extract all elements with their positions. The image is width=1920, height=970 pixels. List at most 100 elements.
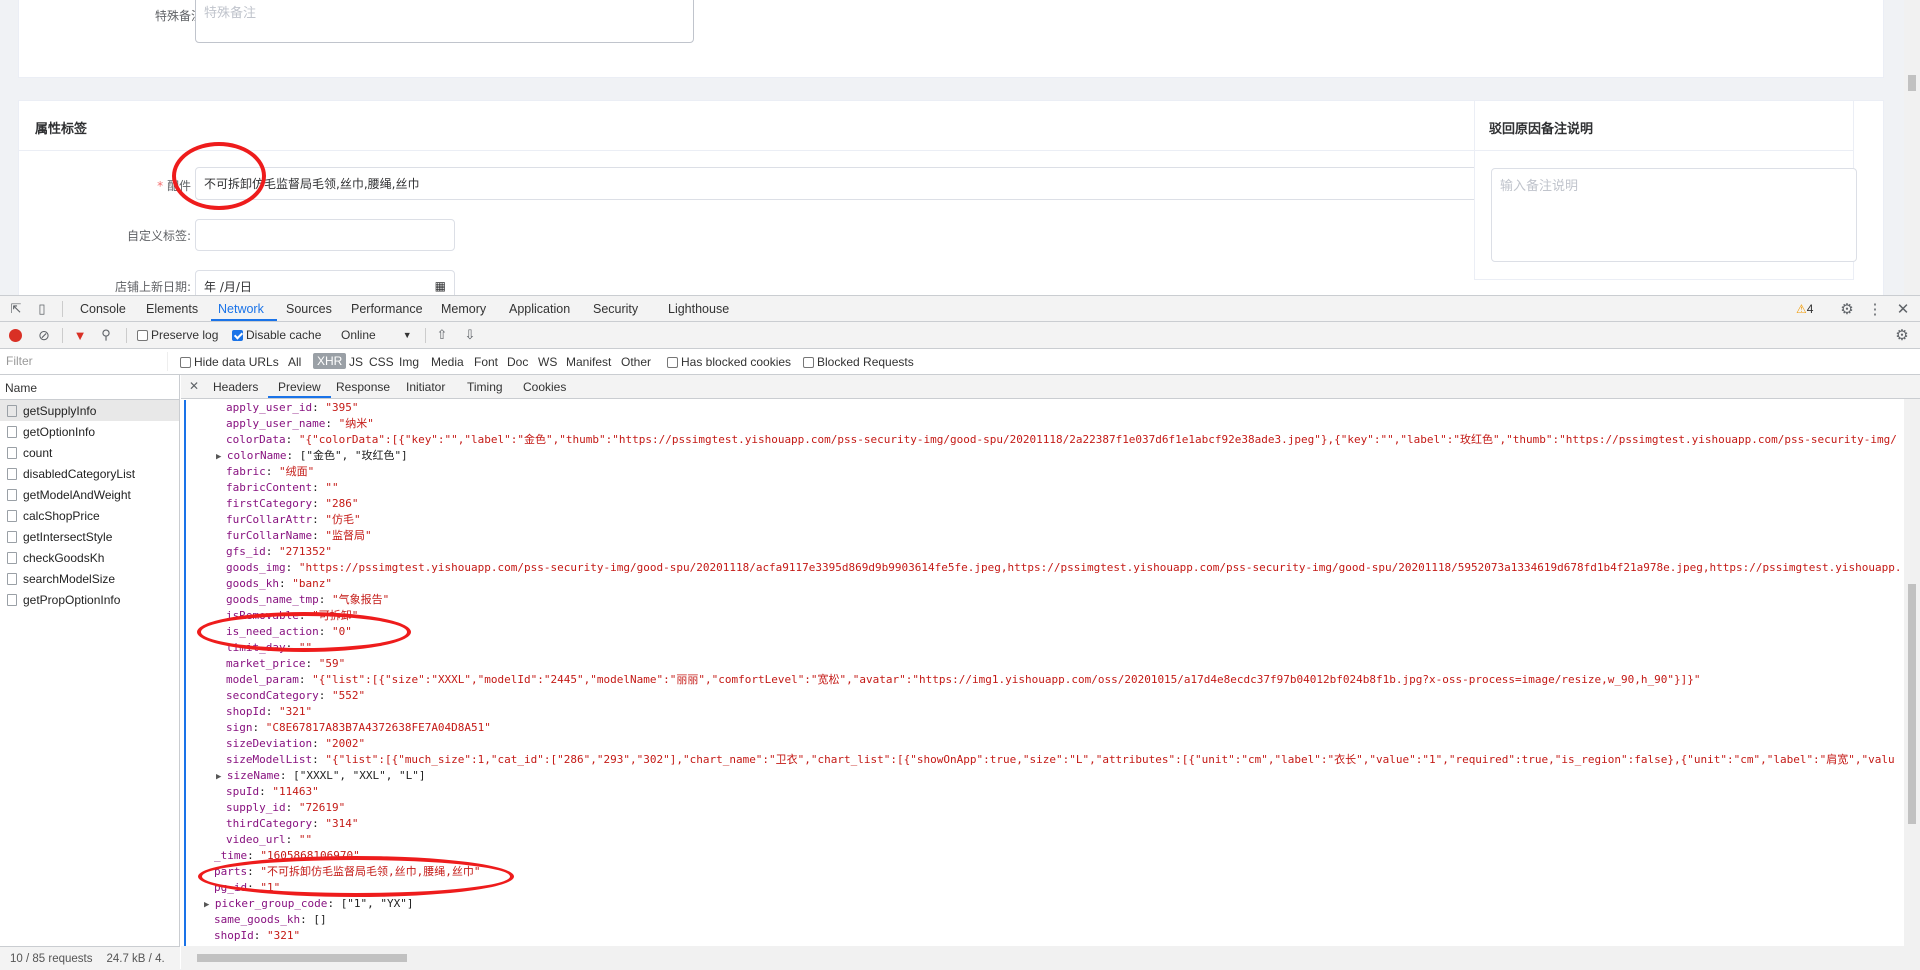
json-line[interactable]: goods_kh: "banz"	[186, 576, 1901, 592]
tab-performance[interactable]: Performance	[351, 302, 423, 316]
tab-security[interactable]: Security	[593, 302, 638, 316]
warnings-counter[interactable]: ⚠ 4	[1796, 301, 1813, 317]
shop-date-input[interactable]: 年 /月/日 ▦	[195, 270, 455, 295]
request-row[interactable]: getOptionInfo	[0, 421, 179, 442]
json-line[interactable]: colorData: "{"colorData":[{"key":"","lab…	[186, 432, 1901, 448]
tab-sources[interactable]: Sources	[286, 302, 332, 316]
settings-gear-icon[interactable]: ⚙	[1838, 301, 1856, 318]
tab-elements[interactable]: Elements	[146, 302, 198, 316]
has-blocked-cookies-checkbox[interactable]: Has blocked cookies	[667, 355, 791, 369]
type-filter-xhr[interactable]: XHR	[313, 353, 347, 369]
json-line[interactable]: thirdCategory: "314"	[186, 816, 1901, 832]
request-row[interactable]: getIntersectStyle	[0, 526, 179, 547]
tab-memory[interactable]: Memory	[441, 302, 486, 316]
type-filter-img[interactable]: Img	[399, 355, 419, 369]
calendar-icon[interactable]: ▦	[435, 279, 446, 293]
json-line[interactable]: shopId: "321"	[186, 704, 1901, 720]
type-filter-media[interactable]: Media	[431, 355, 464, 369]
type-filter-all[interactable]: All	[288, 355, 301, 369]
preview-hscroll-thumb[interactable]	[197, 954, 407, 962]
preview-vertical-scrollbar[interactable]	[1904, 399, 1920, 946]
preview-vscroll-thumb[interactable]	[1908, 584, 1916, 824]
json-line[interactable]: isRemovable: "可拆卸"	[186, 608, 1901, 624]
json-line[interactable]: fabricContent: ""	[186, 480, 1901, 496]
detail-tab-preview[interactable]: Preview	[278, 380, 321, 394]
request-row[interactable]: disabledCategoryList	[0, 463, 179, 484]
json-line[interactable]: spuId: "11463"	[186, 784, 1901, 800]
json-line[interactable]: is_need_action: "0"	[186, 624, 1901, 640]
detail-tab-headers[interactable]: Headers	[213, 380, 258, 394]
remark-textarea[interactable]: 特殊备注	[195, 0, 694, 43]
export-har-icon[interactable]: ⇩	[462, 327, 478, 343]
request-row[interactable]: getModelAndWeight	[0, 484, 179, 505]
parts-input[interactable]: 不可拆卸仿毛监督局毛领,丝巾,腰绳,丝巾	[195, 167, 1495, 200]
import-har-icon[interactable]: ⇧	[434, 327, 450, 343]
tab-lighthouse[interactable]: Lighthouse	[668, 302, 729, 316]
json-line[interactable]: goods_name_tmp: "气象报告"	[186, 592, 1901, 608]
detail-tab-initiator[interactable]: Initiator	[406, 380, 445, 394]
disable-cache-checkbox[interactable]: Disable cache	[232, 328, 321, 342]
json-line[interactable]: sizeDeviation: "2002"	[186, 736, 1901, 752]
json-line[interactable]: fabric: "绒面"	[186, 464, 1901, 480]
type-filter-manifest[interactable]: Manifest	[566, 355, 611, 369]
json-line[interactable]: gfs_id: "271352"	[186, 544, 1901, 560]
expand-triangle-icon[interactable]: ▶	[204, 900, 215, 910]
type-filter-other[interactable]: Other	[621, 355, 651, 369]
device-toolbar-icon[interactable]: ▯	[34, 301, 50, 317]
json-line[interactable]: model_param: "{"list":[{"size":"XXXL","m…	[186, 672, 1901, 688]
record-icon[interactable]	[9, 329, 22, 342]
close-devtools-icon[interactable]: ✕	[1894, 301, 1912, 318]
expand-triangle-icon[interactable]: ▶	[216, 772, 227, 782]
request-row[interactable]: count	[0, 442, 179, 463]
json-line[interactable]: shopId: "321"	[186, 928, 1901, 944]
request-row[interactable]: searchModelSize	[0, 568, 179, 589]
json-line[interactable]: apply_user_id: "395"	[186, 400, 1901, 416]
json-line[interactable]: market_price: "59"	[186, 656, 1901, 672]
more-options-icon[interactable]: ⋮	[1866, 301, 1884, 318]
type-filter-ws[interactable]: WS	[538, 355, 557, 369]
page-scrollbar-thumb[interactable]	[1908, 75, 1916, 91]
request-row[interactable]: checkGoodsKh	[0, 547, 179, 568]
detail-tab-cookies[interactable]: Cookies	[523, 380, 566, 394]
blocked-requests-checkbox[interactable]: Blocked Requests	[803, 355, 914, 369]
json-line[interactable]: ▶ colorName: ["金色", "玫红色"]	[186, 448, 1901, 464]
preserve-log-checkbox[interactable]: Preserve log	[137, 328, 218, 342]
type-filter-font[interactable]: Font	[474, 355, 498, 369]
custom-tag-input[interactable]	[195, 219, 455, 251]
json-line[interactable]: sizeModelList: "{"list":[{"much_size":1,…	[186, 752, 1901, 768]
inspect-element-icon[interactable]: ⇱	[8, 301, 24, 317]
close-detail-icon[interactable]: ✕	[187, 379, 201, 393]
page-scrollbar[interactable]	[1904, 0, 1920, 295]
json-line[interactable]: apply_user_name: "纳米"	[186, 416, 1901, 432]
detail-tab-timing[interactable]: Timing	[467, 380, 503, 394]
preview-horizontal-scrollbar[interactable]	[181, 946, 1920, 970]
clear-icon[interactable]: ⊘	[36, 327, 52, 343]
type-filter-doc[interactable]: Doc	[507, 355, 528, 369]
tab-network[interactable]: Network	[218, 302, 264, 316]
request-row[interactable]: calcShopPrice	[0, 505, 179, 526]
reject-textarea[interactable]: 输入备注说明	[1491, 168, 1857, 262]
json-line[interactable]: ▶ sizeName: ["XXXL", "XXL", "L"]	[186, 768, 1901, 784]
type-filter-js[interactable]: JS	[349, 355, 363, 369]
type-filter-css[interactable]: CSS	[369, 355, 394, 369]
filter-input[interactable]: Filter	[0, 352, 168, 371]
json-line[interactable]: video_url: ""	[186, 832, 1901, 848]
search-icon[interactable]: ⚲	[98, 327, 114, 343]
json-line[interactable]: limit_day: ""	[186, 640, 1901, 656]
json-line[interactable]: ▶ picker_group_code: ["1", "YX"]	[186, 896, 1901, 912]
name-column-header[interactable]: Name	[0, 375, 179, 400]
json-line[interactable]: supply_id: "72619"	[186, 800, 1901, 816]
throttling-select[interactable]: Online ▼	[341, 328, 412, 342]
detail-tab-response[interactable]: Response	[336, 380, 390, 394]
request-row[interactable]: getSupplyInfo	[0, 400, 179, 421]
hide-data-urls-checkbox[interactable]: Hide data URLs	[180, 355, 279, 369]
json-line[interactable]: secondCategory: "552"	[186, 688, 1901, 704]
tab-application[interactable]: Application	[509, 302, 570, 316]
json-line[interactable]: firstCategory: "286"	[186, 496, 1901, 512]
json-line[interactable]: same_goods_kh: []	[186, 912, 1901, 928]
filter-icon[interactable]: ▼	[72, 327, 88, 343]
network-settings-gear-icon[interactable]: ⚙	[1894, 327, 1910, 344]
expand-triangle-icon[interactable]: ▶	[216, 452, 227, 462]
json-line[interactable]: furCollarName: "监督局"	[186, 528, 1901, 544]
json-line[interactable]: furCollarAttr: "仿毛"	[186, 512, 1901, 528]
